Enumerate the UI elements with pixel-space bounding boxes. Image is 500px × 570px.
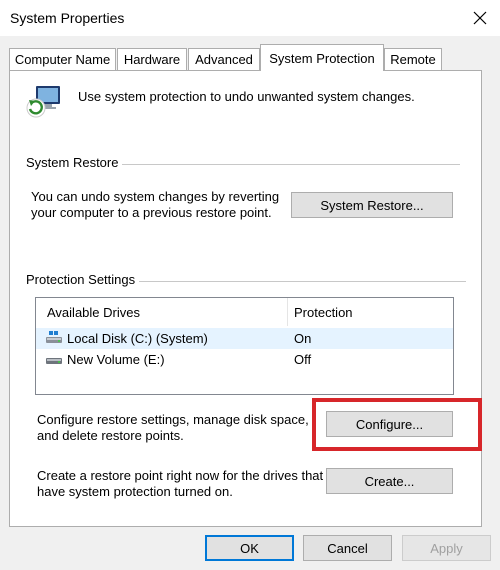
drives-list-header: Available Drives Protection <box>36 298 453 326</box>
drive-protection-status: Off <box>294 352 312 367</box>
configure-button[interactable]: Configure... <box>326 411 453 437</box>
drives-list[interactable]: Available Drives Protection Local Disk (… <box>35 297 454 395</box>
create-button[interactable]: Create... <box>326 468 453 494</box>
tab-label: Computer Name <box>14 52 111 67</box>
configure-description-line1: Configure restore settings, manage disk … <box>37 412 309 427</box>
tab-advanced[interactable]: Advanced <box>188 48 260 70</box>
drive-name: Local Disk (C:) (System) <box>67 331 208 346</box>
drive-row-e[interactable]: New Volume (E:) Off <box>36 349 453 370</box>
configure-description-line2: and delete restore points. <box>37 428 184 443</box>
system-drive-icon <box>46 331 62 345</box>
create-button-label: Create... <box>364 473 415 489</box>
drive-protection-status: On <box>294 331 312 346</box>
drive-name: New Volume (E:) <box>67 352 165 367</box>
create-description-line1: Create a restore point right now for the… <box>37 468 324 483</box>
column-separator <box>287 298 288 326</box>
title-bar: System Properties <box>0 0 500 36</box>
cancel-button-label: Cancel <box>327 540 368 556</box>
protection-settings-group-label: Protection Settings <box>26 272 140 287</box>
system-restore-description-line2: your computer to a previous restore poin… <box>31 205 272 220</box>
system-restore-group-label: System Restore <box>26 155 123 170</box>
tab-label: System Protection <box>269 50 375 66</box>
tab-remote[interactable]: Remote <box>384 48 442 70</box>
tab-hardware[interactable]: Hardware <box>117 48 187 70</box>
tab-computer-name[interactable]: Computer Name <box>9 48 116 70</box>
system-restore-button[interactable]: System Restore... <box>291 192 453 218</box>
window-title: System Properties <box>10 10 125 26</box>
drive-row-c[interactable]: Local Disk (C:) (System) On <box>36 328 453 349</box>
tab-system-protection[interactable]: System Protection <box>260 44 384 71</box>
tab-label: Remote <box>390 52 436 67</box>
system-protection-icon <box>24 82 64 122</box>
ok-button[interactable]: OK <box>205 535 294 561</box>
create-description-line2: have system protection turned on. <box>37 484 233 499</box>
configure-button-label: Configure... <box>355 416 424 432</box>
tab-label: Hardware <box>123 52 181 67</box>
apply-button-label: Apply <box>430 540 463 556</box>
column-header-protection[interactable]: Protection <box>294 305 353 320</box>
system-restore-button-label: System Restore... <box>320 197 424 213</box>
system-restore-description-line1: You can undo system changes by reverting <box>31 189 280 204</box>
apply-button[interactable]: Apply <box>402 535 491 561</box>
tab-label: Advanced <box>195 52 253 67</box>
intro-text: Use system protection to undo unwanted s… <box>78 89 415 104</box>
column-header-available-drives[interactable]: Available Drives <box>47 305 140 320</box>
cancel-button[interactable]: Cancel <box>303 535 392 561</box>
close-button[interactable] <box>460 0 500 36</box>
drive-icon <box>46 354 62 364</box>
close-icon <box>473 11 487 25</box>
ok-button-label: OK <box>240 540 259 556</box>
